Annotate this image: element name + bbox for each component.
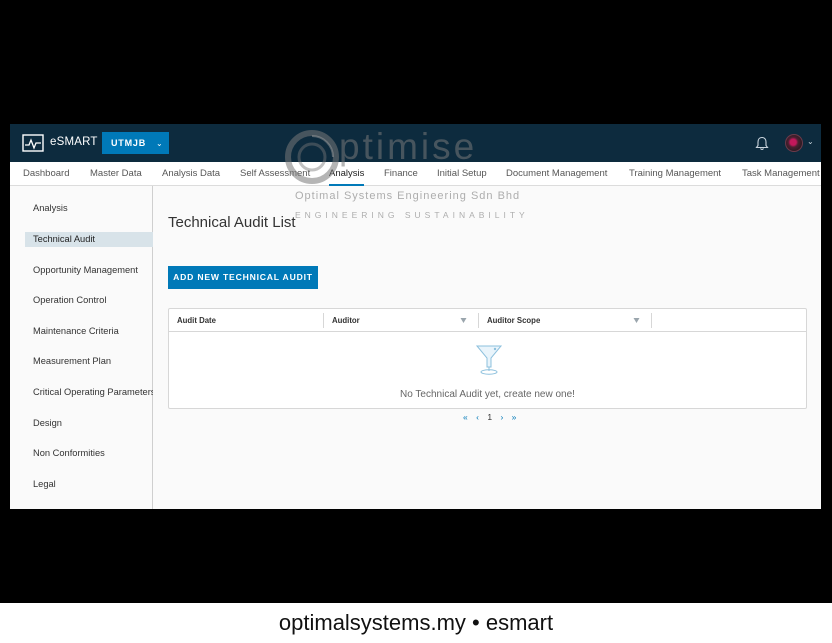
column-auditor-scope[interactable]: Auditor Scope [487,309,540,332]
user-avatar[interactable] [785,134,803,152]
tab-initial-setup[interactable]: Initial Setup [437,162,487,186]
sidebar-item-critical-operating-parameters[interactable]: Critical Operating Parameters [25,385,153,400]
previous-page-button[interactable]: ‹ [476,412,479,422]
pagination: « ‹ 1 › » [463,412,522,422]
sidebar-item-operation-control[interactable]: Operation Control [25,293,153,308]
caption-footer: optimalsystems.my • esmart [0,603,832,643]
tab-document-management[interactable]: Document Management [506,162,607,186]
tab-dashboard[interactable]: Dashboard [23,162,69,186]
chevron-down-icon: ⌄ [156,138,164,148]
sidebar-item-design[interactable]: Design [25,416,153,431]
add-technical-audit-button[interactable]: ADD NEW TECHNICAL AUDIT [168,266,318,289]
tab-analysis-data[interactable]: Analysis Data [162,162,220,186]
bell-icon[interactable] [755,136,769,151]
sidebar-item-opportunity-management[interactable]: Opportunity Management [25,263,153,278]
column-separator[interactable] [323,313,324,328]
column-audit-date[interactable]: Audit Date [177,309,216,332]
last-page-button[interactable]: » [512,412,517,422]
main-nav: Dashboard Master Data Analysis Data Self… [10,162,821,186]
first-page-button[interactable]: « [463,412,468,422]
sidebar-item-technical-audit[interactable]: Technical Audit [25,232,153,247]
sidebar-item-measurement-plan[interactable]: Measurement Plan [25,354,153,369]
tab-training-management[interactable]: Training Management [629,162,721,186]
sidebar-item-maintenance-criteria[interactable]: Maintenance Criteria [25,324,153,339]
top-header: eSMART UTMJB ⌄ ⌄ [10,124,821,162]
pulse-logo-icon[interactable] [22,134,44,152]
tab-self-assessment[interactable]: Self Assessment [240,162,310,186]
empty-state-message: No Technical Audit yet, create new one! [400,389,575,400]
page-title: Technical Audit List [168,214,296,231]
next-page-button[interactable]: › [500,412,503,422]
filter-icon[interactable] [633,317,640,324]
filter-icon[interactable] [460,317,467,324]
tab-task-management[interactable]: Task Management [742,162,820,186]
tab-analysis[interactable]: Analysis [329,162,365,186]
empty-datagrid-icon [475,345,503,375]
org-select-value: UTMJB [111,138,146,148]
tab-master-data[interactable]: Master Data [90,162,142,186]
sidebar-item-legal[interactable]: Legal [25,477,153,492]
column-separator[interactable] [478,313,479,328]
column-separator[interactable] [651,313,652,328]
chevron-down-icon[interactable]: ⌄ [807,137,814,146]
current-page-number[interactable]: 1 [487,412,492,422]
column-auditor[interactable]: Auditor [332,309,360,332]
app-window: eSMART UTMJB ⌄ ⌄ Dashboard Master Data A… [10,124,821,509]
org-select[interactable]: UTMJB ⌄ [102,132,169,154]
datagrid-header: Audit Date Auditor Auditor Scope [169,309,806,332]
tab-finance[interactable]: Finance [384,162,418,186]
sidebar-item-analysis[interactable]: Analysis [25,201,153,216]
sidebar: Analysis Technical Audit Opportunity Man… [10,186,153,509]
app-title[interactable]: eSMART [50,136,98,148]
audit-datagrid: Audit Date Auditor Auditor Scope No Tech… [168,308,807,409]
sidebar-item-non-conformities[interactable]: Non Conformities [25,446,153,461]
